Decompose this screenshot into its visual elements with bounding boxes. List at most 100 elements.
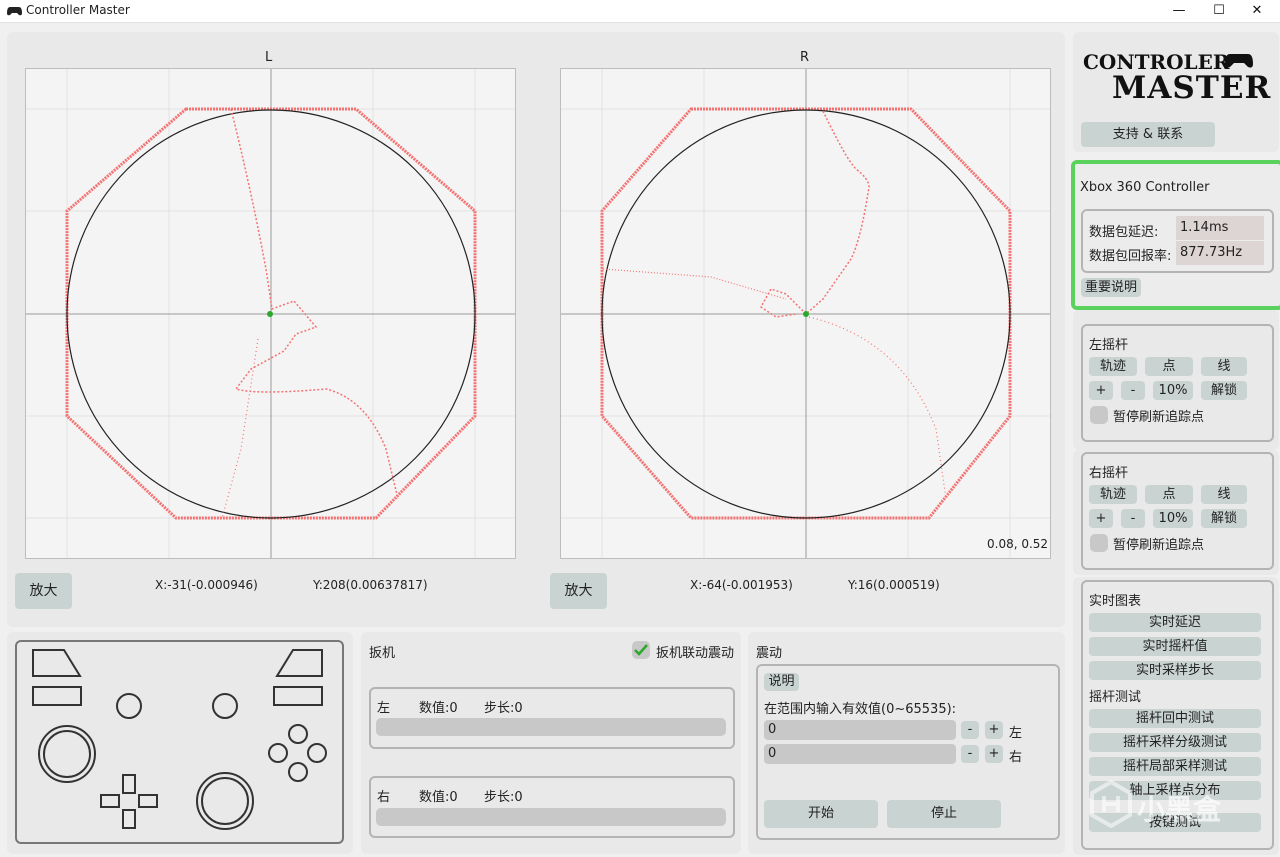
left-vibration-label: 左	[1009, 726, 1023, 741]
right-minus-button[interactable]: -	[1121, 509, 1145, 528]
right-plus-button[interactable]: +	[1089, 509, 1113, 528]
controller-layout	[32, 649, 327, 830]
left-trigger[interactable]	[32, 686, 82, 706]
right-trigger-bar	[376, 808, 726, 826]
right-corner-readout: 0.08, 0.52	[987, 537, 1049, 551]
left-trigger-step: 步长:0	[484, 701, 523, 716]
logo-line2: MASTER	[1112, 70, 1272, 106]
right-stick-ring[interactable]	[196, 772, 254, 830]
right-vibration-label: 右	[1009, 750, 1023, 765]
right-pause-checkbox[interactable]	[1090, 534, 1108, 552]
support-button[interactable]: 支持 & 联系	[1081, 122, 1215, 147]
notice-button[interactable]: 重要说明	[1081, 278, 1141, 297]
left-line-button[interactable]: 线	[1201, 357, 1247, 376]
left-trace-button[interactable]: 轨迹	[1089, 357, 1137, 376]
left-stick-ring[interactable]	[38, 725, 96, 783]
left-vibration-plus[interactable]: +	[985, 721, 1003, 739]
close-button[interactable]: ✕	[1234, 0, 1280, 22]
realtime-step-button[interactable]: 实时采样步长	[1089, 661, 1261, 680]
left-stick-inner	[43, 730, 91, 778]
stick-test-title: 摇杆测试	[1089, 690, 1142, 705]
right-pause-label: 暂停刷新追踪点	[1113, 538, 1205, 553]
local-test-button[interactable]: 摇杆局部采样测试	[1089, 757, 1261, 776]
check-icon	[634, 644, 648, 656]
realtime-stick-button[interactable]: 实时摇杆值	[1089, 637, 1261, 656]
title-bar: Controller Master — ☐ ✕	[0, 0, 1280, 23]
right-point-button[interactable]: 点	[1145, 485, 1193, 504]
left-trigger-value: 数值:0	[419, 701, 458, 716]
right-y-readout: Y:16(0.000519)	[848, 578, 940, 592]
left-stick-chart	[25, 68, 516, 559]
left-y-readout: Y:208(0.00637817)	[313, 578, 428, 592]
vibration-title: 震动	[756, 646, 783, 661]
left-plus-button[interactable]: +	[1089, 381, 1113, 400]
left-x-readout: X:-31(-0.000946)	[155, 578, 258, 592]
vibration-stop-button[interactable]: 停止	[887, 800, 1001, 828]
right-trigger[interactable]	[273, 686, 323, 706]
right-stick-plot	[561, 69, 1050, 558]
grading-test-button[interactable]: 摇杆采样分级测试	[1089, 733, 1261, 752]
left-stick-plot	[26, 69, 515, 558]
right-x-readout: X:-64(-0.001953)	[690, 578, 793, 592]
latency-label: 数据包延迟:	[1089, 225, 1159, 240]
window-title: Controller Master	[26, 3, 130, 17]
latency-value: 1.14ms	[1176, 216, 1264, 240]
realtime-latency-button[interactable]: 实时延迟	[1089, 613, 1261, 632]
trigger-title: 扳机	[369, 646, 396, 661]
logo-gamepad-icon	[1225, 54, 1253, 68]
realtime-title: 实时图表	[1089, 594, 1142, 609]
right-bumper[interactable]	[275, 649, 323, 677]
vibration-start-button[interactable]: 开始	[764, 800, 878, 828]
left-bumper[interactable]	[32, 649, 82, 677]
right-chart-title: R	[800, 50, 810, 65]
left-percent-field[interactable]: 10%	[1153, 381, 1193, 400]
dpad-down[interactable]	[122, 809, 136, 829]
vibration-hint: 在范围内输入有效值(0~65535):	[764, 702, 957, 717]
right-vibration-input[interactable]: 0	[764, 744, 956, 764]
right-trigger-value: 数值:0	[419, 790, 458, 805]
center-test-button[interactable]: 摇杆回中测试	[1089, 709, 1261, 728]
left-vibration-input[interactable]: 0	[764, 720, 956, 740]
left-chart-title: L	[265, 50, 273, 65]
right-trigger-side: 右	[377, 790, 391, 805]
rate-value: 877.73Hz	[1176, 241, 1264, 265]
device-name: Xbox 360 Controller	[1080, 180, 1210, 195]
left-unlock-button[interactable]: 解锁	[1201, 381, 1247, 400]
right-line-button[interactable]: 线	[1201, 485, 1247, 504]
right-zoom-button[interactable]: 放大	[550, 573, 607, 609]
left-vibration-minus[interactable]: -	[961, 721, 979, 739]
rate-label: 数据包回报率:	[1089, 249, 1172, 264]
dpad-left[interactable]	[100, 794, 120, 808]
right-unlock-button[interactable]: 解锁	[1201, 509, 1247, 528]
dpad-right[interactable]	[138, 794, 158, 808]
left-minus-button[interactable]: -	[1121, 381, 1145, 400]
dpad-up[interactable]	[122, 774, 136, 794]
watermark-logo-icon	[1090, 780, 1132, 828]
left-zoom-button[interactable]: 放大	[15, 573, 72, 609]
right-stick-inner	[201, 777, 249, 825]
watermark-text: 小黑盒	[1137, 793, 1222, 826]
button-x[interactable]	[268, 743, 288, 763]
left-pause-checkbox[interactable]	[1090, 406, 1108, 424]
button-a[interactable]	[288, 762, 308, 782]
button-b[interactable]	[307, 743, 327, 763]
left-settings-title: 左摇杆	[1089, 338, 1129, 353]
trigger-link-checkbox[interactable]	[632, 641, 650, 659]
right-trace-button[interactable]: 轨迹	[1089, 485, 1137, 504]
right-stick-chart	[560, 68, 1051, 559]
vibration-explain-button[interactable]: 说明	[764, 673, 799, 691]
trigger-link-label: 扳机联动震动	[656, 646, 735, 661]
right-vibration-plus[interactable]: +	[985, 745, 1003, 763]
left-trigger-bar	[376, 718, 726, 736]
button-y[interactable]	[288, 724, 308, 744]
right-percent-field[interactable]: 10%	[1153, 509, 1193, 528]
left-point-button[interactable]: 点	[1145, 357, 1193, 376]
back-button[interactable]	[116, 693, 142, 719]
controller-diagram	[15, 640, 344, 844]
right-settings-title: 右摇杆	[1089, 466, 1129, 481]
start-button[interactable]	[212, 693, 238, 719]
right-vibration-minus[interactable]: -	[961, 745, 979, 763]
right-trigger-step: 步长:0	[484, 790, 523, 805]
gamepad-icon	[7, 7, 22, 16]
left-pause-label: 暂停刷新追踪点	[1113, 410, 1205, 425]
